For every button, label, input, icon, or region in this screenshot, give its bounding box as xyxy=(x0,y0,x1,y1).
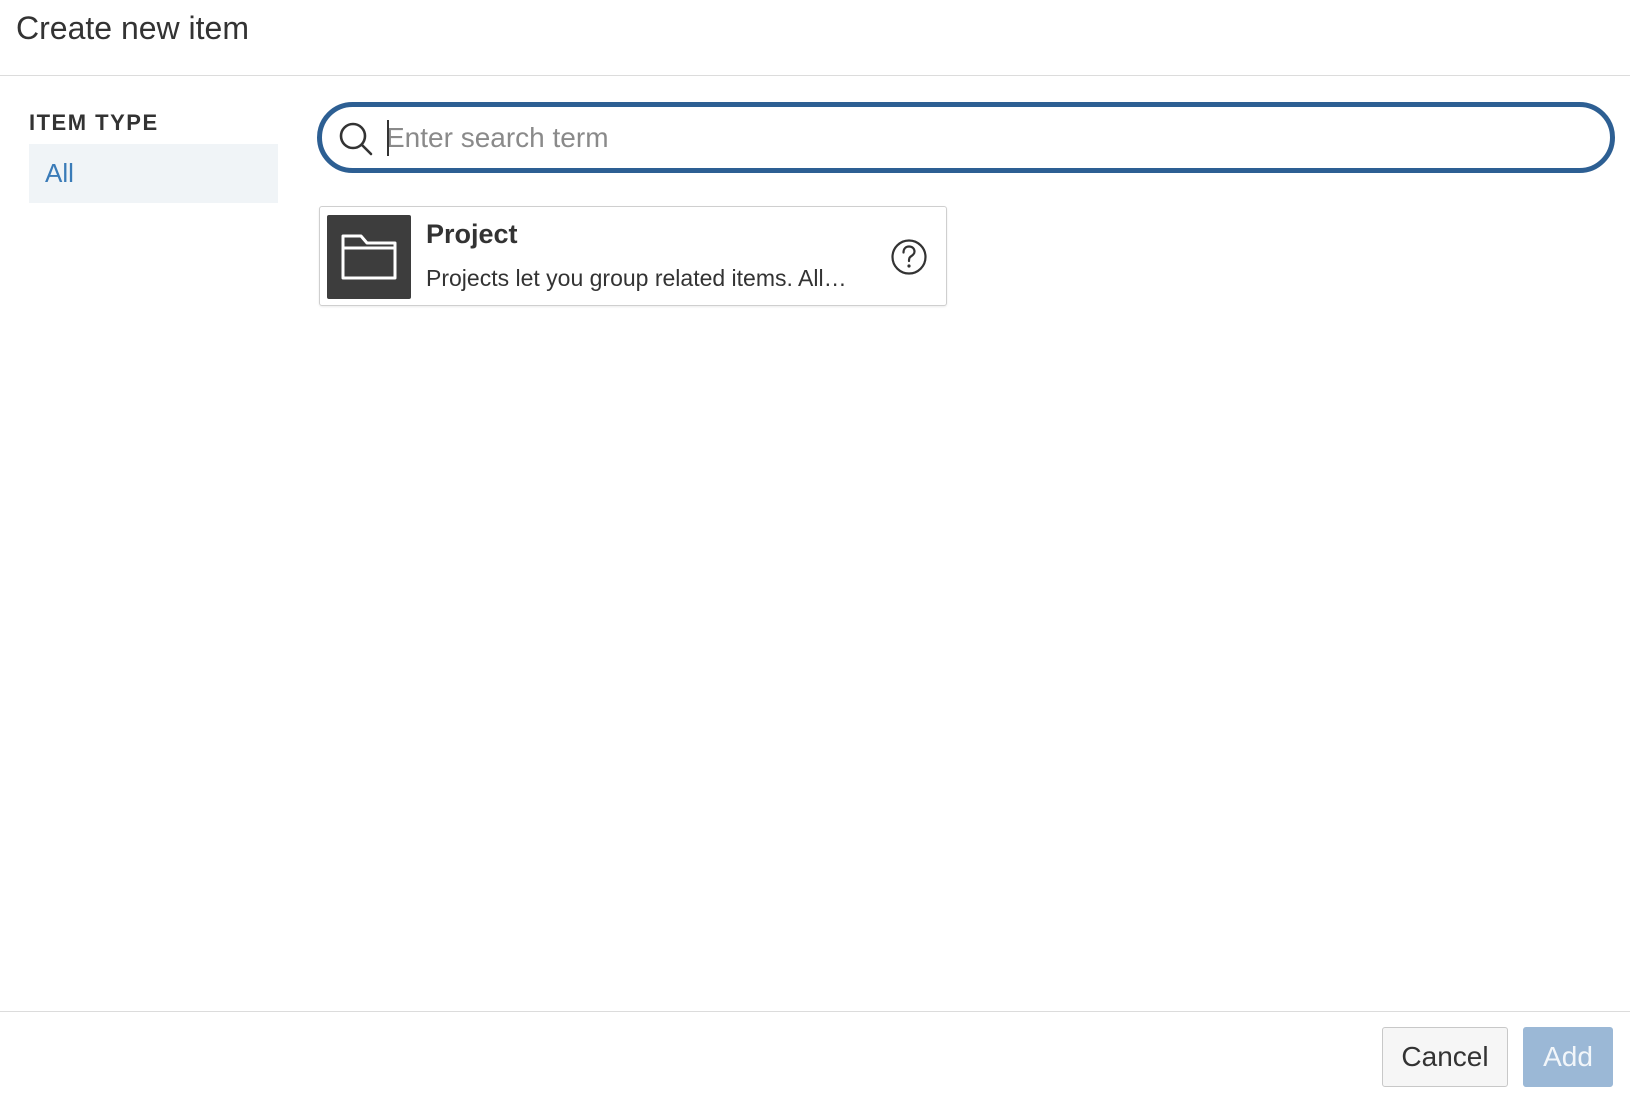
project-thumbnail xyxy=(327,215,411,299)
item-type-sidebar: ITEM TYPE All xyxy=(29,108,278,203)
search-icon xyxy=(339,122,373,156)
search-input[interactable] xyxy=(386,115,1566,161)
result-title: Project xyxy=(426,219,518,249)
item-type-heading: ITEM TYPE xyxy=(29,110,159,135)
create-item-dialog: Create new item ITEM TYPE All Project Pr… xyxy=(0,0,1630,1097)
folder-icon xyxy=(341,234,397,280)
dialog-title: Create new item xyxy=(16,10,249,46)
result-description: Projects let you group related items. Al… xyxy=(426,265,847,291)
help-circle-icon[interactable] xyxy=(890,238,928,276)
dialog-header: Create new item xyxy=(0,0,1630,76)
search-box[interactable] xyxy=(317,102,1615,173)
item-type-all[interactable]: All xyxy=(29,144,278,203)
add-button[interactable]: Add xyxy=(1523,1027,1613,1087)
cancel-button[interactable]: Cancel xyxy=(1382,1027,1508,1087)
dialog-footer: Cancel Add xyxy=(0,1011,1630,1097)
text-caret xyxy=(387,120,389,156)
result-card-project[interactable]: Project Projects let you group related i… xyxy=(319,206,947,306)
